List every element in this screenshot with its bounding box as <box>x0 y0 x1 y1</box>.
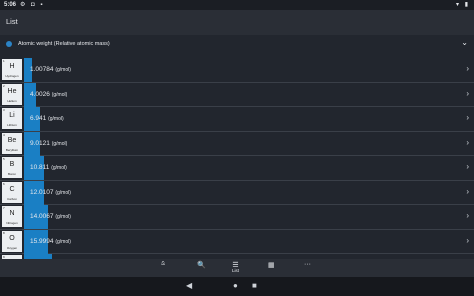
list-item[interactable]: 3 Li Lithium 6.941 (g/mol) › <box>0 107 474 132</box>
status-bar: 5:06 ⚙ ◘ ▪ ▾ ▮ <box>0 0 474 10</box>
nav-table-button[interactable]: ⩯ <box>161 261 165 268</box>
chevron-right-icon: › <box>466 186 469 196</box>
nav-list-button[interactable]: ☰ List <box>232 261 239 273</box>
element-name: Beryllium <box>5 147 19 152</box>
list-item[interactable]: 5 B Boron 10.811 (g/mol) › <box>0 156 474 181</box>
element-value: 12.0107 (g/mol) <box>30 188 71 196</box>
element-value: 6.941 (g/mol) <box>30 115 64 122</box>
status-notification-icons: ⚙ ◘ ▪ <box>20 2 45 8</box>
nav-search-button[interactable]: 🔍 <box>197 261 206 269</box>
element-tile: 4 Be Beryllium <box>2 132 22 154</box>
chevron-right-icon: › <box>466 88 469 98</box>
nav-grid-button[interactable]: ▦ <box>268 261 275 269</box>
element-symbol: C <box>9 185 15 193</box>
list-item[interactable]: 1 H Hydrogen 1.00784 (g/mol) › <box>0 58 474 83</box>
chevron-right-icon: › <box>466 64 469 73</box>
element-tile: 1 H Hydrogen <box>2 59 22 80</box>
nav-grid-icon: ▦ <box>268 262 275 269</box>
element-name: Lithium <box>7 123 17 127</box>
chevron-right-icon: › <box>466 235 469 245</box>
element-symbol: He <box>7 87 17 95</box>
system-navigation-bar: ◀ ● ■ <box>0 277 474 296</box>
nav-table-icon: ⩯ <box>161 261 166 268</box>
element-name: Oxygen <box>6 245 18 250</box>
element-name: Helium <box>7 98 17 103</box>
page-title: List <box>6 17 18 26</box>
status-system-icons: ▾ ▮ <box>456 2 470 8</box>
chevron-right-icon: › <box>466 113 469 122</box>
element-value: 14.0067 (g/mol) <box>30 213 71 220</box>
list-item[interactable]: 7 N Nitrogen 14.0067 (g/mol) › <box>0 205 474 230</box>
element-symbol: Be <box>7 136 17 144</box>
chevron-down-icon[interactable]: ⌄ <box>461 38 468 47</box>
element-symbol: H <box>9 63 15 70</box>
element-value: 15.9994 (g/mol) <box>30 237 71 245</box>
nav-more-button[interactable]: ··· <box>304 261 311 268</box>
element-value: 4.0026 (g/mol) <box>30 90 68 98</box>
element-tile: 8 O Oxygen <box>2 230 22 252</box>
home-icon[interactable]: ● <box>233 281 238 290</box>
element-value: 1.00784 (g/mol) <box>30 66 71 73</box>
element-name: Hydrogen <box>5 74 19 78</box>
chevron-right-icon: › <box>466 137 469 147</box>
back-icon[interactable]: ◀ <box>186 281 192 290</box>
bottom-navigation: ⩯ 🔍 ☰ List ▦ ··· <box>0 259 474 277</box>
element-symbol: O <box>9 234 15 242</box>
element-name: Carbon <box>7 196 17 201</box>
list-item[interactable]: 6 C Carbon 12.0107 (g/mol) › <box>0 180 474 205</box>
property-selector[interactable]: Atomic weight (Relative atomic mass) ⌄ <box>0 35 474 55</box>
element-symbol: Li <box>9 112 15 119</box>
element-tile: 2 He Helium <box>2 83 22 105</box>
element-tile: 6 C Carbon <box>2 181 22 203</box>
chevron-right-icon: › <box>466 211 469 220</box>
element-symbol: B <box>9 161 15 168</box>
property-label: Atomic weight (Relative atomic mass) <box>18 41 110 47</box>
element-tile: 7 N Nitrogen <box>2 206 22 227</box>
app-bar: List <box>0 10 474 35</box>
element-value: 10.811 (g/mol) <box>30 164 67 171</box>
property-color-dot <box>6 41 12 47</box>
status-time: 5:06 <box>4 2 17 8</box>
recents-icon[interactable]: ■ <box>252 281 257 290</box>
list-item[interactable]: 8 O Oxygen 15.9994 (g/mol) › <box>0 229 474 254</box>
nav-more-icon: ··· <box>304 261 311 268</box>
element-tile: 5 B Boron <box>2 157 22 178</box>
list-item[interactable]: 4 Be Beryllium 9.0121 (g/mol) › <box>0 131 474 156</box>
element-symbol: N <box>9 210 15 217</box>
element-name: Boron <box>7 172 16 176</box>
nav-search-icon: 🔍 <box>197 262 206 269</box>
element-list: 1 H Hydrogen 1.00784 (g/mol) › 2 He Heli… <box>0 58 474 279</box>
chevron-right-icon: › <box>466 162 469 171</box>
list-item[interactable]: 2 He Helium 4.0026 (g/mol) › <box>0 82 474 107</box>
nav-list-label: List <box>232 268 240 273</box>
element-name: Nitrogen <box>6 221 18 225</box>
element-tile: 3 Li Lithium <box>2 108 22 129</box>
element-value: 9.0121 (g/mol) <box>30 139 68 147</box>
